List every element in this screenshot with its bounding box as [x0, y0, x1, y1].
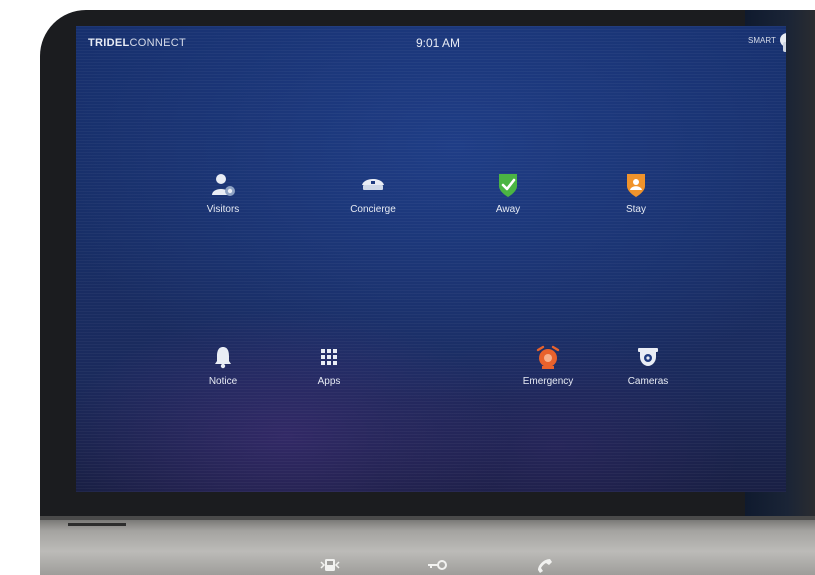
tile-label: Visitors	[206, 204, 240, 215]
tile-visitors[interactable]: Visitors	[178, 172, 268, 215]
concierge-icon	[362, 179, 384, 190]
tile-label: Away	[495, 204, 521, 215]
camera-icon	[638, 348, 658, 366]
smart-label: SMART	[748, 36, 776, 45]
tile-label: Apps	[317, 376, 341, 387]
tile-label: Stay	[625, 204, 646, 215]
tile-cameras[interactable]: Cameras	[603, 344, 693, 387]
bezel-divider	[40, 516, 815, 520]
grid-icon	[321, 349, 337, 365]
visitors-icon	[212, 174, 235, 196]
clock: 9:01 AM	[416, 36, 461, 50]
tile-notice[interactable]: Notice	[178, 344, 268, 387]
tile-label: Cameras	[627, 376, 669, 387]
tile-apps[interactable]: Apps	[284, 344, 374, 387]
intercom-device: TRIDELCONNECT 9:01 AM SMART Visitors Con…	[40, 10, 815, 575]
bezel-mark	[68, 523, 126, 526]
tile-stay[interactable]: Stay	[591, 172, 681, 215]
shield-check-icon	[499, 174, 517, 197]
shield-person-icon	[627, 174, 645, 197]
tile-label: Concierge	[350, 204, 396, 215]
home-screen: TRIDELCONNECT 9:01 AM SMART Visitors Con…	[76, 26, 786, 492]
tile-emergency[interactable]: Emergency	[503, 344, 593, 387]
smart-touch-icon	[780, 33, 786, 52]
phone-icon[interactable]	[534, 556, 556, 574]
brand-logo: TRIDELCONNECT	[88, 37, 186, 49]
brand-light: CONNECT	[129, 37, 187, 49]
tile-concierge[interactable]: Concierge	[328, 172, 418, 215]
key-icon[interactable]	[426, 556, 448, 574]
tile-label: Notice	[208, 376, 238, 387]
bell-icon	[215, 347, 231, 369]
tile-away[interactable]: Away	[463, 172, 553, 215]
brand-bold: TRIDEL	[88, 37, 130, 49]
screen-texture	[76, 26, 786, 492]
alarm-icon	[536, 345, 560, 369]
intercom-icon[interactable]	[319, 556, 341, 574]
tile-label: Emergency	[522, 376, 574, 387]
